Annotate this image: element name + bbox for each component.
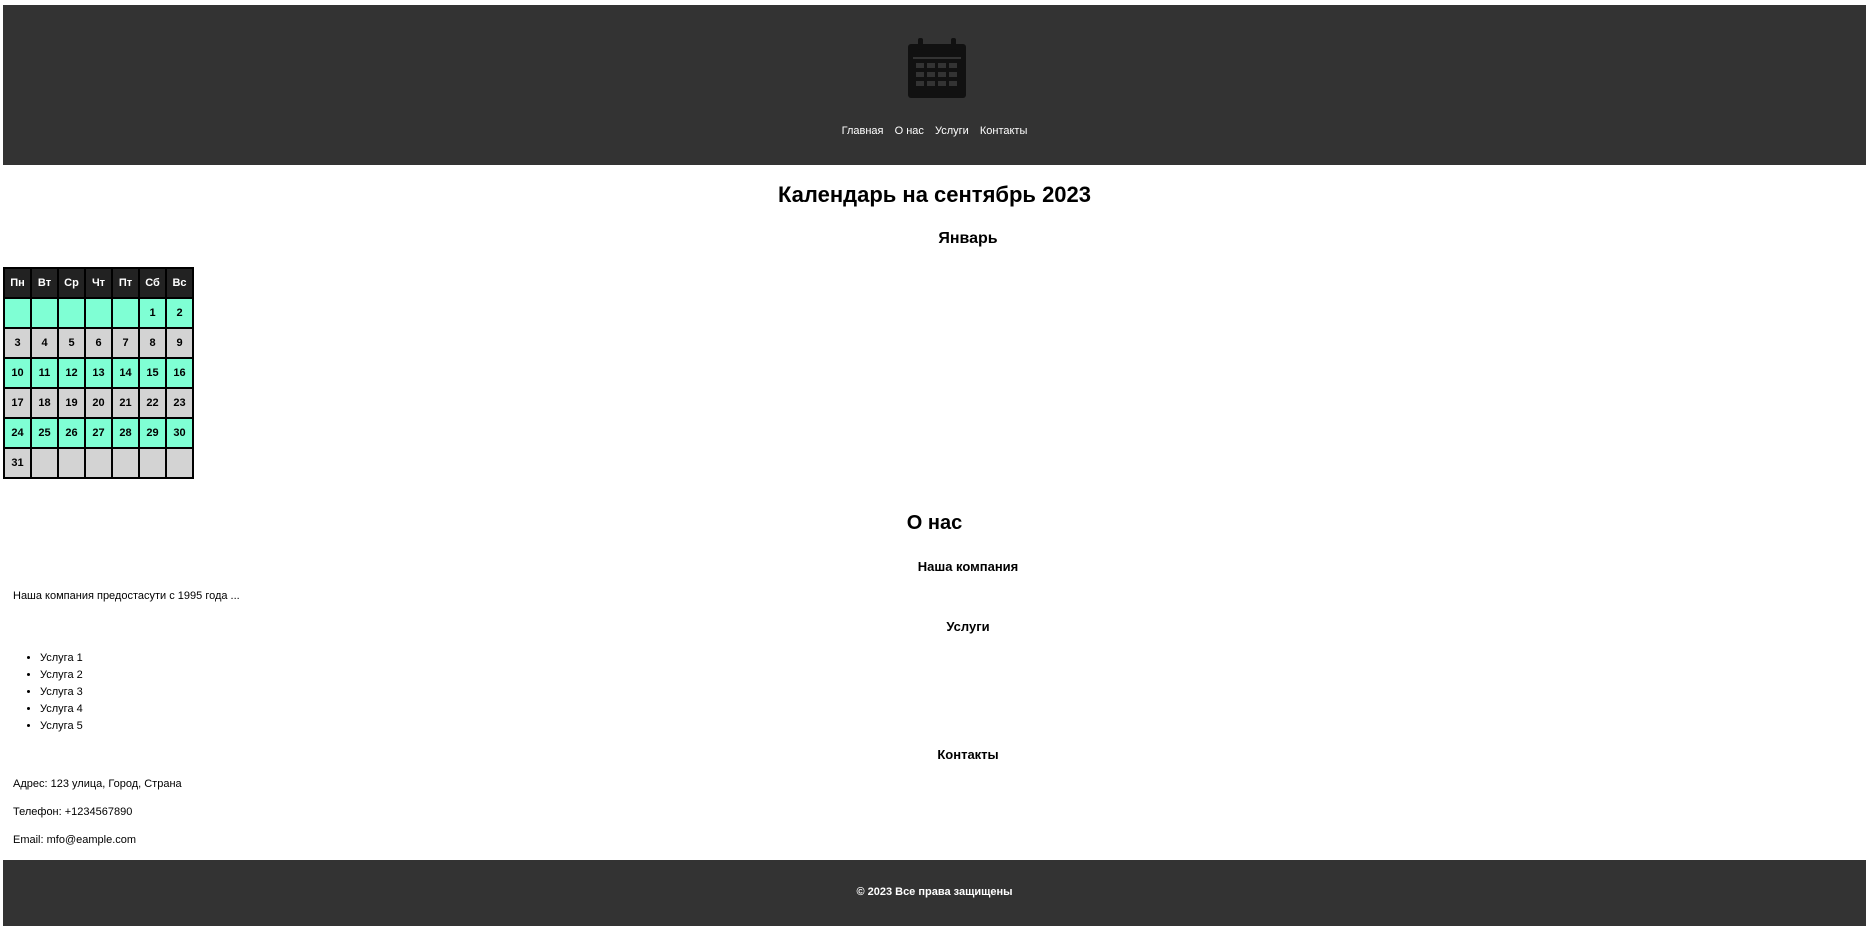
calendar-day-cell: 31 <box>3 447 32 479</box>
weekday-header: Пн <box>3 267 32 299</box>
calendar-day-cell: 25 <box>30 417 59 449</box>
weekday-header: Вс <box>165 267 194 299</box>
calendar-day-cell: 29 <box>138 417 167 449</box>
calendar-day-cell: 28 <box>111 417 140 449</box>
calendar-day-cell: 1 <box>138 297 167 329</box>
calendar-day-cell: 2 <box>165 297 194 329</box>
nav-link-home[interactable]: Главная <box>842 125 884 137</box>
calendar-week-row: 17 18 19 20 21 22 23 <box>3 387 194 419</box>
site-header: Главная О нас Услуги Контакты <box>3 5 1866 165</box>
calendar-week-row: 24 25 26 27 28 29 30 <box>3 417 194 449</box>
site-footer: © 2023 Все права защищены <box>3 860 1866 926</box>
weekday-header: Сб <box>138 267 167 299</box>
calendar-day-cell: 10 <box>3 357 32 389</box>
calendar-day-cell: 19 <box>57 387 86 419</box>
company-description: Наша компания предостасути с 1995 года .… <box>13 590 240 602</box>
calendar-day-cell <box>57 297 86 329</box>
calendar-day-cell <box>30 447 59 479</box>
calendar-day-cell: 7 <box>111 327 140 359</box>
calendar-day-cell: 12 <box>57 357 86 389</box>
calendar-day-cell <box>138 447 167 479</box>
nav-link-about[interactable]: О нас <box>895 125 924 137</box>
contacts-title: Контакты <box>937 747 999 762</box>
main-nav: Главная О нас Услуги Контакты <box>3 125 1866 137</box>
calendar-day-cell <box>57 447 86 479</box>
calendar-week-row: 10 11 12 13 14 15 16 <box>3 357 194 389</box>
calendar-day-cell: 14 <box>111 357 140 389</box>
calendar-day-cell: 30 <box>165 417 194 449</box>
weekday-header: Чт <box>84 267 113 299</box>
calendar-day-cell <box>3 297 32 329</box>
calendar-day-cell: 4 <box>30 327 59 359</box>
about-title: О нас <box>906 512 963 534</box>
calendar-day-cell: 26 <box>57 417 86 449</box>
calendar-week-row: 31 <box>3 447 194 479</box>
weekday-header: Пт <box>111 267 140 299</box>
calendar-week-row: 3 4 5 6 7 8 9 <box>3 327 194 359</box>
calendar-day-cell: 20 <box>84 387 113 419</box>
weekday-header: Ср <box>57 267 86 299</box>
calendar-day-cell: 27 <box>84 417 113 449</box>
calendar-week-row: 1 2 <box>3 297 194 329</box>
page-title: Календарь на сентябрь 2023 <box>777 182 1092 207</box>
calendar-day-cell: 9 <box>165 327 194 359</box>
company-title: Наша компания <box>917 559 1019 574</box>
calendar-day-cell: 6 <box>84 327 113 359</box>
calendar-day-cell: 17 <box>3 387 32 419</box>
month-title: Январь <box>938 230 998 247</box>
nav-link-contacts[interactable]: Контакты <box>980 125 1028 137</box>
page: Главная О нас Услуги Контакты Календарь … <box>0 0 1869 945</box>
calendar-day-cell <box>84 447 113 479</box>
calendar-day-cell: 21 <box>111 387 140 419</box>
calendar-weekday-row: Пн Вт Ср Чт Пт Сб Вс <box>3 267 194 299</box>
service-item: Услуга 2 <box>40 667 83 684</box>
weekday-header: Вт <box>30 267 59 299</box>
calendar-day-cell: 11 <box>30 357 59 389</box>
contact-email: Email: mfo@eample.com <box>13 834 137 846</box>
calendar-day-cell: 3 <box>3 327 32 359</box>
calendar-day-cell: 8 <box>138 327 167 359</box>
contact-phone: Телефон: +1234567890 <box>13 806 133 818</box>
service-item: Услуга 5 <box>40 718 83 735</box>
calendar-day-cell: 16 <box>165 357 194 389</box>
calendar-day-cell <box>84 297 113 329</box>
calendar-day-cell: 13 <box>84 357 113 389</box>
calendar-day-cell: 24 <box>3 417 32 449</box>
calendar-icon <box>908 38 966 98</box>
calendar-table: Пн Вт Ср Чт Пт Сб Вс 1 2 3 4 5 6 7 8 9 1… <box>3 267 194 479</box>
calendar-day-cell: 5 <box>57 327 86 359</box>
service-item: Услуга 4 <box>40 701 83 718</box>
calendar-day-cell <box>30 297 59 329</box>
contact-address: Адрес: 123 улица, Город, Страна <box>13 778 182 790</box>
services-list: Услуга 1 Услуга 2 Услуга 3 Услуга 4 Услу… <box>0 650 83 735</box>
calendar-day-cell: 15 <box>138 357 167 389</box>
footer-copyright: © 2023 Все права защищены <box>856 886 1013 898</box>
calendar-day-cell <box>111 297 140 329</box>
calendar-day-cell <box>165 447 194 479</box>
calendar-day-cell: 22 <box>138 387 167 419</box>
services-title: Услуги <box>946 619 990 634</box>
service-item: Услуга 1 <box>40 650 83 667</box>
calendar-day-cell: 23 <box>165 387 194 419</box>
calendar-day-cell: 18 <box>30 387 59 419</box>
calendar-day-cell <box>111 447 140 479</box>
nav-link-services[interactable]: Услуги <box>935 125 969 137</box>
service-item: Услуга 3 <box>40 684 83 701</box>
